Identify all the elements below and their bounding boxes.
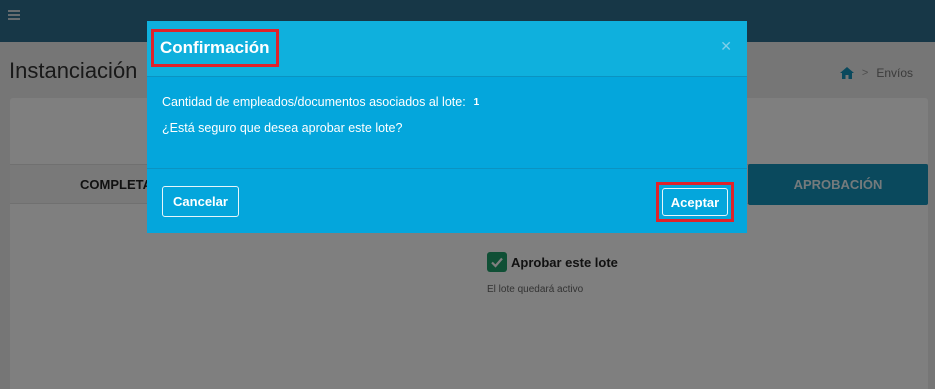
- modal-title: Confirmación: [151, 29, 279, 67]
- modal-footer: Cancelar Aceptar: [147, 168, 747, 233]
- accept-button[interactable]: Aceptar: [662, 188, 728, 216]
- count-label: Cantidad de empleados/documentos asociad…: [162, 95, 466, 109]
- accept-highlight: Aceptar: [656, 182, 734, 222]
- modal-header: Confirmación ✕: [147, 21, 747, 77]
- count-line: Cantidad de empleados/documentos asociad…: [162, 95, 479, 109]
- count-value: 1: [473, 96, 480, 108]
- modal-body: Cantidad de empleados/documentos asociad…: [162, 95, 479, 147]
- cancel-button[interactable]: Cancelar: [162, 186, 239, 217]
- question-line: ¿Está seguro que desea aprobar este lote…: [162, 121, 403, 135]
- close-icon[interactable]: ✕: [720, 38, 732, 55]
- confirmation-modal: Confirmación ✕ Cantidad de empleados/doc…: [147, 21, 747, 233]
